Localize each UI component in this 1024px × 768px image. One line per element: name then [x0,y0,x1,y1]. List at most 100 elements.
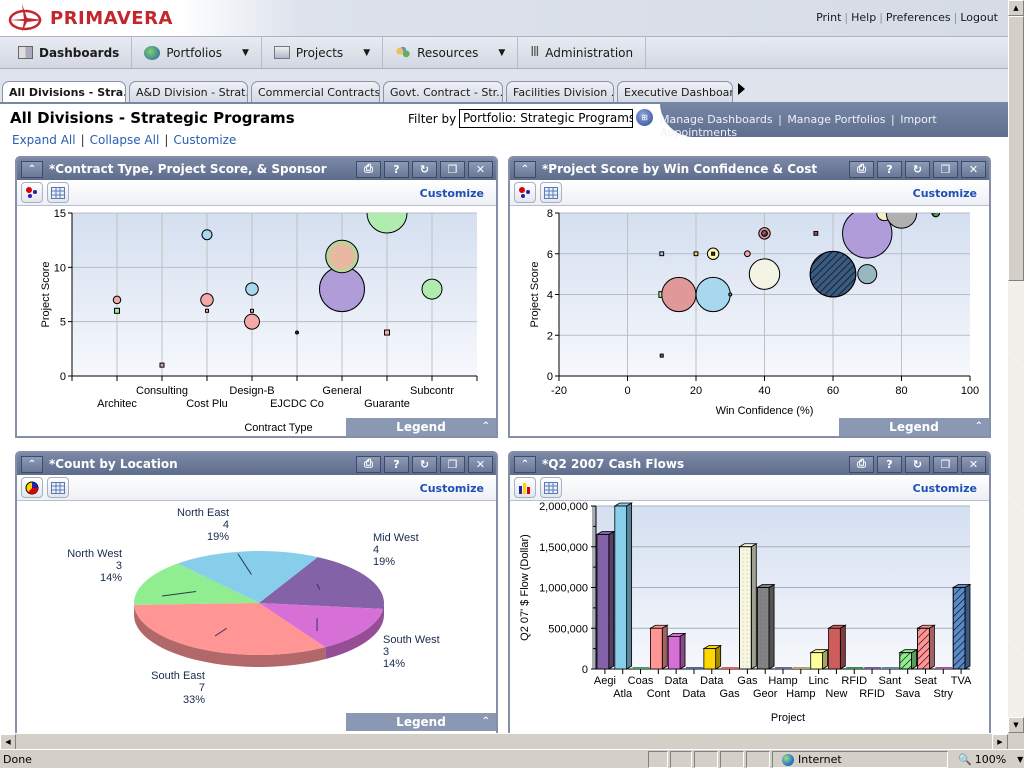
bubble-point [421,278,443,300]
chevron-down-icon[interactable]: ▼ [498,48,505,58]
horizontal-scrollbar[interactable]: ◀ ▶ [0,733,1008,750]
vertical-scrollbar[interactable]: ▲ ▼ [1008,0,1024,733]
x-axis-title: Project [771,712,805,724]
refresh-icon[interactable]: ↻ [412,455,437,473]
print-icon[interactable]: ⎙ [849,160,874,178]
win-confidence-bubble-chart: 0 2 4 6 8 -20 0 20 40 60 80 100 Win Confidence (%) Pr… [529,208,979,417]
restore-window-icon[interactable]: ❐ [440,455,465,473]
help-icon[interactable]: ? [877,160,902,178]
portlet-contract-type: ⌃ *Contract Type, Project Score, & Spons… [15,156,498,438]
collapse-portlet-icon[interactable]: ⌃ [514,455,536,473]
bubble-chart-view-icon[interactable] [514,182,536,203]
portlet-header: ⌃ *Count by Location ⎙ ? ↻ ❐ ✕ [17,453,496,475]
print-icon[interactable]: ⎙ [356,455,381,473]
close-icon[interactable]: ✕ [961,455,986,473]
table-view-icon[interactable] [540,182,562,203]
collapse-all-link[interactable]: Collapse All [90,133,160,147]
print-link[interactable]: Print [816,11,841,24]
help-link[interactable]: Help [851,11,876,24]
nav-dashboards[interactable]: Dashboards [0,37,133,68]
customize-link[interactable]: Customize [173,133,236,147]
chevron-up-icon: ⌃ [481,716,490,727]
nav-administration[interactable]: Ⅲ Administration [518,37,647,68]
scroll-up-icon[interactable]: ▲ [1008,0,1024,16]
bar-side [928,624,935,670]
tab-facilities-division[interactable]: Facilities Division ... [506,81,614,103]
chevron-down-icon[interactable]: ▼ [1017,755,1023,764]
y-tick-label: 15 [54,208,66,220]
manage-dashboards-link[interactable]: Manage Dashboards [660,113,773,126]
portfolio-filter-select[interactable]: Portfolio: Strategic Programs B: [459,109,633,128]
zoom-control[interactable]: 🔍 100% ▼ [958,753,1023,766]
page-report-icon[interactable] [670,751,692,768]
close-icon[interactable]: ✕ [468,455,493,473]
print-icon[interactable]: ⎙ [849,455,874,473]
pie-label-name: South West [383,634,440,646]
preferences-link[interactable]: Preferences [886,11,951,24]
logout-link[interactable]: Logout [960,11,998,24]
help-icon[interactable]: ? [384,455,409,473]
legend-toggle[interactable]: Legend ⌃ [346,713,496,731]
chevron-down-icon[interactable]: ▼ [363,48,370,58]
tab-govt-contract[interactable]: Govt. Contract - Str... [383,81,503,103]
customize-link[interactable]: Customize [420,482,484,495]
print-icon[interactable]: ⎙ [356,160,381,178]
refresh-icon[interactable]: ↻ [412,160,437,178]
bubble-point [201,229,213,241]
location-pie-chart: Mid West419%South West314%South East733%… [67,507,440,706]
nav-projects[interactable]: Projects ▼ [262,37,384,68]
tab-executive-dashboard[interactable]: Executive Dashboard [617,81,733,103]
filter-hierarchy-icon[interactable]: ⊞ [636,109,653,126]
help-icon[interactable]: ? [877,455,902,473]
restore-window-icon[interactable]: ❐ [933,455,958,473]
collapse-portlet-icon[interactable]: ⌃ [514,160,536,178]
x-tick-label: 40 [758,385,770,397]
tab-all-divisions[interactable]: All Divisions - Stra... [2,81,126,104]
customize-link[interactable]: Customize [913,187,977,200]
restore-window-icon[interactable]: ❐ [933,160,958,178]
nav-label: Portfolios [166,45,222,60]
internet-globe-icon [782,753,794,766]
restore-window-icon[interactable]: ❐ [440,160,465,178]
legend-toggle[interactable]: Legend ⌃ [839,418,989,436]
legend-toggle[interactable]: Legend ⌃ [346,418,496,436]
nav-resources[interactable]: Resources ▼ [383,37,519,68]
help-icon[interactable]: ? [384,160,409,178]
close-icon[interactable]: ✕ [468,160,493,178]
scroll-thumb[interactable] [1008,16,1024,281]
scroll-left-icon[interactable]: ◀ [0,734,16,750]
y-tick-label: 500,000 [548,623,588,635]
bar [614,505,628,670]
x-tick-label: -20 [551,385,567,397]
customize-link[interactable]: Customize [913,482,977,495]
table-view-icon[interactable] [540,477,562,498]
scroll-right-icon[interactable]: ▶ [992,734,1008,750]
bar-side [750,543,757,670]
refresh-icon[interactable]: ↻ [905,160,930,178]
chevron-down-icon[interactable]: ▼ [242,48,249,58]
bar-chart-view-icon[interactable] [514,477,536,498]
table-view-icon[interactable] [47,182,69,203]
close-icon[interactable]: ✕ [961,160,986,178]
tab-ad-division[interactable]: A&D Division - Strat... [129,81,248,103]
nav-portfolios[interactable]: Portfolios ▼ [132,37,262,68]
scroll-down-icon[interactable]: ▼ [1008,717,1024,733]
pie-chart-view-icon[interactable] [21,477,43,498]
legend-label: Legend [396,420,446,434]
expand-all-link[interactable]: Expand All [12,133,76,147]
tab-commercial-contracts[interactable]: Commercial Contracts... [251,81,380,103]
customize-link[interactable]: Customize [420,187,484,200]
more-tabs-arrow-icon[interactable] [738,83,745,95]
x-tick-label: RFID [859,688,885,700]
legend-label: Legend [889,420,939,434]
portlet-toolbar: Customize [17,180,496,206]
bubble-chart-view-icon[interactable] [21,182,43,203]
bar-side [626,502,633,670]
bar-pattern [899,652,912,670]
bar-side [839,624,846,670]
refresh-icon[interactable]: ↻ [905,455,930,473]
manage-portfolios-link[interactable]: Manage Portfolios [787,113,885,126]
table-view-icon[interactable] [47,477,69,498]
collapse-portlet-icon[interactable]: ⌃ [21,455,43,473]
collapse-portlet-icon[interactable]: ⌃ [21,160,43,178]
